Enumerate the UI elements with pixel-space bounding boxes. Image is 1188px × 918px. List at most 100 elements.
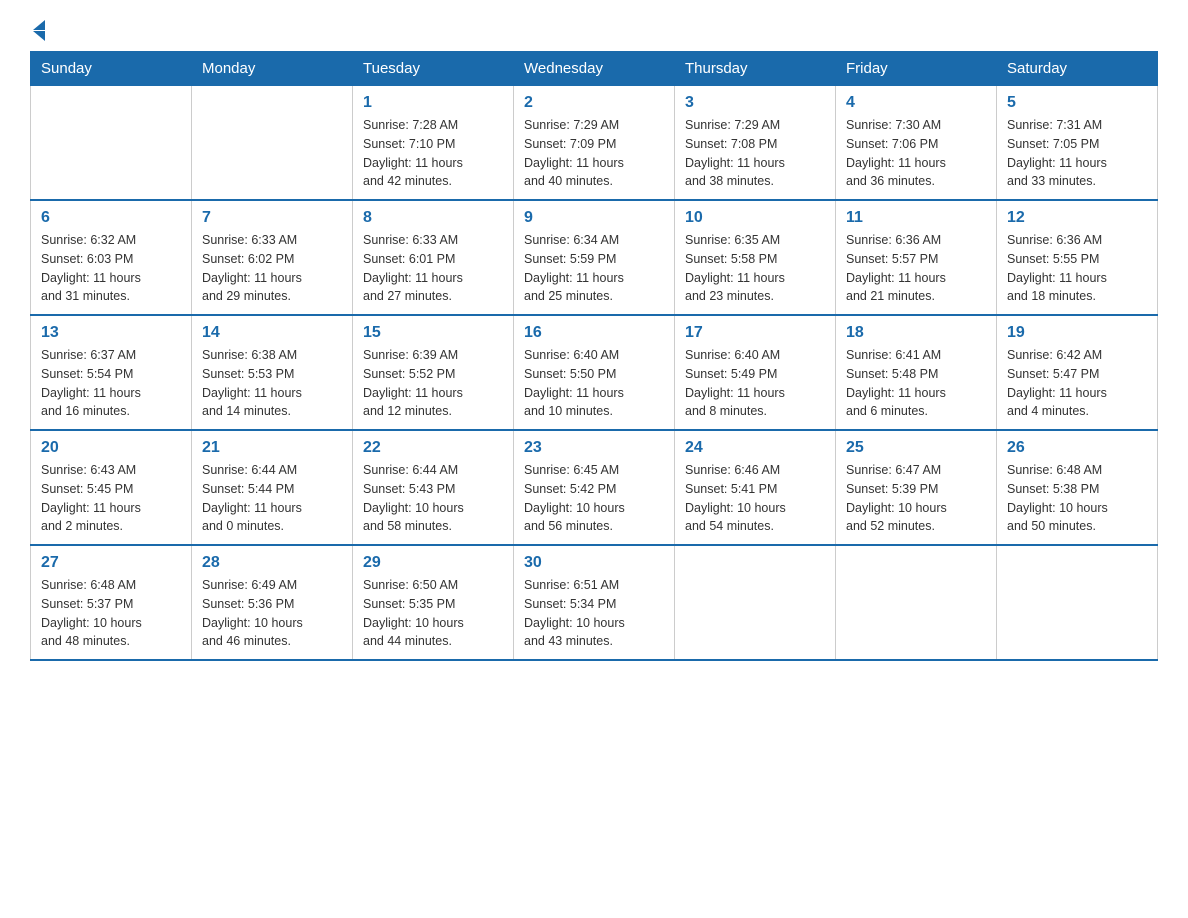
day-info: Sunrise: 6:44 AM Sunset: 5:44 PM Dayligh… [202,461,342,536]
day-number: 4 [846,94,986,112]
logo [30,20,45,41]
weekday-header-wednesday: Wednesday [514,52,675,86]
calendar-day-cell: 18 Sunrise: 6:41 AM Sunset: 5:48 PM Dayli… [836,315,997,430]
calendar-day-cell: 12Sunrise: 6:36 AM Sunset: 5:55 PM Dayli… [997,200,1158,315]
calendar-day-cell: 24 Sunrise: 6:46 AM Sunset: 5:41 PM Dayli… [675,430,836,545]
day-number: 25 [846,439,986,457]
day-number: 30 [524,554,664,572]
day-info: Sunrise: 6:41 AM Sunset: 5:48 PM Dayligh… [846,346,986,421]
calendar-day-cell: 8 Sunrise: 6:33 AM Sunset: 6:01 PM Daylig… [353,200,514,315]
day-info: Sunrise: 6:32 AM Sunset: 6:03 PM Dayligh… [41,231,181,306]
day-number: 16 [524,324,664,342]
day-number: 24 [685,439,825,457]
day-number: 17 [685,324,825,342]
day-number: 9 [524,209,664,227]
calendar-day-cell: 25 Sunrise: 6:47 AM Sunset: 5:39 PM Dayli… [836,430,997,545]
day-info: Sunrise: 6:48 AM Sunset: 5:37 PM Dayligh… [41,576,181,651]
day-info: Sunrise: 6:33 AM Sunset: 6:01 PM Dayligh… [363,231,503,306]
calendar-table: SundayMondayTuesdayWednesdayThursdayFrid… [30,51,1158,661]
day-info: Sunrise: 6:38 AM Sunset: 5:53 PM Dayligh… [202,346,342,421]
day-number: 15 [363,324,503,342]
day-info: Sunrise: 6:43 AM Sunset: 5:45 PM Dayligh… [41,461,181,536]
calendar-day-cell: 3 Sunrise: 7:29 AM Sunset: 7:08 PM Daylig… [675,86,836,201]
day-number: 28 [202,554,342,572]
calendar-day-cell: 15 Sunrise: 6:39 AM Sunset: 5:52 PM Dayli… [353,315,514,430]
day-info: Sunrise: 6:44 AM Sunset: 5:43 PM Dayligh… [363,461,503,536]
day-number: 14 [202,324,342,342]
calendar-day-cell [31,86,192,201]
day-info: Sunrise: 6:49 AM Sunset: 5:36 PM Dayligh… [202,576,342,651]
calendar-day-cell: 5 Sunrise: 7:31 AM Sunset: 7:05 PM Daylig… [997,86,1158,201]
calendar-day-cell: 4 Sunrise: 7:30 AM Sunset: 7:06 PM Daylig… [836,86,997,201]
calendar-day-cell: 17 Sunrise: 6:40 AM Sunset: 5:49 PM Dayli… [675,315,836,430]
day-number: 23 [524,439,664,457]
day-info: Sunrise: 6:42 AM Sunset: 5:47 PM Dayligh… [1007,346,1147,421]
day-info: Sunrise: 6:35 AM Sunset: 5:58 PM Dayligh… [685,231,825,306]
calendar-day-cell: 11Sunrise: 6:36 AM Sunset: 5:57 PM Dayli… [836,200,997,315]
day-number: 7 [202,209,342,227]
day-info: Sunrise: 6:51 AM Sunset: 5:34 PM Dayligh… [524,576,664,651]
calendar-day-cell: 6 Sunrise: 6:32 AM Sunset: 6:03 PM Daylig… [31,200,192,315]
day-number: 29 [363,554,503,572]
day-info: Sunrise: 6:40 AM Sunset: 5:50 PM Dayligh… [524,346,664,421]
day-number: 27 [41,554,181,572]
day-info: Sunrise: 6:45 AM Sunset: 5:42 PM Dayligh… [524,461,664,536]
calendar-day-cell: 14 Sunrise: 6:38 AM Sunset: 5:53 PM Dayli… [192,315,353,430]
calendar-day-cell [836,545,997,660]
calendar-day-cell: 23 Sunrise: 6:45 AM Sunset: 5:42 PM Dayli… [514,430,675,545]
day-number: 1 [363,94,503,112]
day-info: Sunrise: 6:48 AM Sunset: 5:38 PM Dayligh… [1007,461,1147,536]
day-number: 2 [524,94,664,112]
calendar-day-cell [675,545,836,660]
day-info: Sunrise: 6:50 AM Sunset: 5:35 PM Dayligh… [363,576,503,651]
calendar-day-cell: 1 Sunrise: 7:28 AM Sunset: 7:10 PM Daylig… [353,86,514,201]
weekday-header-thursday: Thursday [675,52,836,86]
calendar-day-cell: 20 Sunrise: 6:43 AM Sunset: 5:45 PM Dayli… [31,430,192,545]
day-info: Sunrise: 6:36 AM Sunset: 5:55 PM Dayligh… [1007,231,1147,306]
calendar-day-cell: 26 Sunrise: 6:48 AM Sunset: 5:38 PM Dayli… [997,430,1158,545]
day-info: Sunrise: 7:29 AM Sunset: 7:09 PM Dayligh… [524,116,664,191]
day-number: 11 [846,209,986,227]
calendar-week-row: 20 Sunrise: 6:43 AM Sunset: 5:45 PM Dayli… [31,430,1158,545]
page-header [30,20,1158,41]
day-number: 26 [1007,439,1147,457]
day-info: Sunrise: 7:30 AM Sunset: 7:06 PM Dayligh… [846,116,986,191]
calendar-day-cell: 22 Sunrise: 6:44 AM Sunset: 5:43 PM Dayli… [353,430,514,545]
calendar-day-cell: 29 Sunrise: 6:50 AM Sunset: 5:35 PM Dayli… [353,545,514,660]
day-number: 18 [846,324,986,342]
day-info: Sunrise: 6:39 AM Sunset: 5:52 PM Dayligh… [363,346,503,421]
calendar-day-cell: 27 Sunrise: 6:48 AM Sunset: 5:37 PM Dayli… [31,545,192,660]
weekday-header-monday: Monday [192,52,353,86]
calendar-day-cell: 2 Sunrise: 7:29 AM Sunset: 7:09 PM Daylig… [514,86,675,201]
day-number: 5 [1007,94,1147,112]
calendar-day-cell: 16 Sunrise: 6:40 AM Sunset: 5:50 PM Dayli… [514,315,675,430]
calendar-day-cell: 21 Sunrise: 6:44 AM Sunset: 5:44 PM Dayli… [192,430,353,545]
day-number: 10 [685,209,825,227]
day-number: 21 [202,439,342,457]
weekday-header-sunday: Sunday [31,52,192,86]
day-info: Sunrise: 6:40 AM Sunset: 5:49 PM Dayligh… [685,346,825,421]
day-number: 3 [685,94,825,112]
calendar-week-row: 6 Sunrise: 6:32 AM Sunset: 6:03 PM Daylig… [31,200,1158,315]
calendar-day-cell: 19 Sunrise: 6:42 AM Sunset: 5:47 PM Dayli… [997,315,1158,430]
day-info: Sunrise: 6:33 AM Sunset: 6:02 PM Dayligh… [202,231,342,306]
day-number: 19 [1007,324,1147,342]
calendar-header-row: SundayMondayTuesdayWednesdayThursdayFrid… [31,52,1158,86]
day-number: 8 [363,209,503,227]
calendar-day-cell: 28 Sunrise: 6:49 AM Sunset: 5:36 PM Dayli… [192,545,353,660]
calendar-day-cell [997,545,1158,660]
day-info: Sunrise: 7:28 AM Sunset: 7:10 PM Dayligh… [363,116,503,191]
day-number: 22 [363,439,503,457]
day-number: 6 [41,209,181,227]
calendar-day-cell: 9 Sunrise: 6:34 AM Sunset: 5:59 PM Daylig… [514,200,675,315]
calendar-day-cell: 13Sunrise: 6:37 AM Sunset: 5:54 PM Dayli… [31,315,192,430]
day-info: Sunrise: 6:47 AM Sunset: 5:39 PM Dayligh… [846,461,986,536]
calendar-week-row: 27 Sunrise: 6:48 AM Sunset: 5:37 PM Dayli… [31,545,1158,660]
day-info: Sunrise: 7:31 AM Sunset: 7:05 PM Dayligh… [1007,116,1147,191]
day-number: 20 [41,439,181,457]
day-info: Sunrise: 6:46 AM Sunset: 5:41 PM Dayligh… [685,461,825,536]
weekday-header-saturday: Saturday [997,52,1158,86]
day-number: 13 [41,324,181,342]
day-info: Sunrise: 6:34 AM Sunset: 5:59 PM Dayligh… [524,231,664,306]
day-info: Sunrise: 7:29 AM Sunset: 7:08 PM Dayligh… [685,116,825,191]
